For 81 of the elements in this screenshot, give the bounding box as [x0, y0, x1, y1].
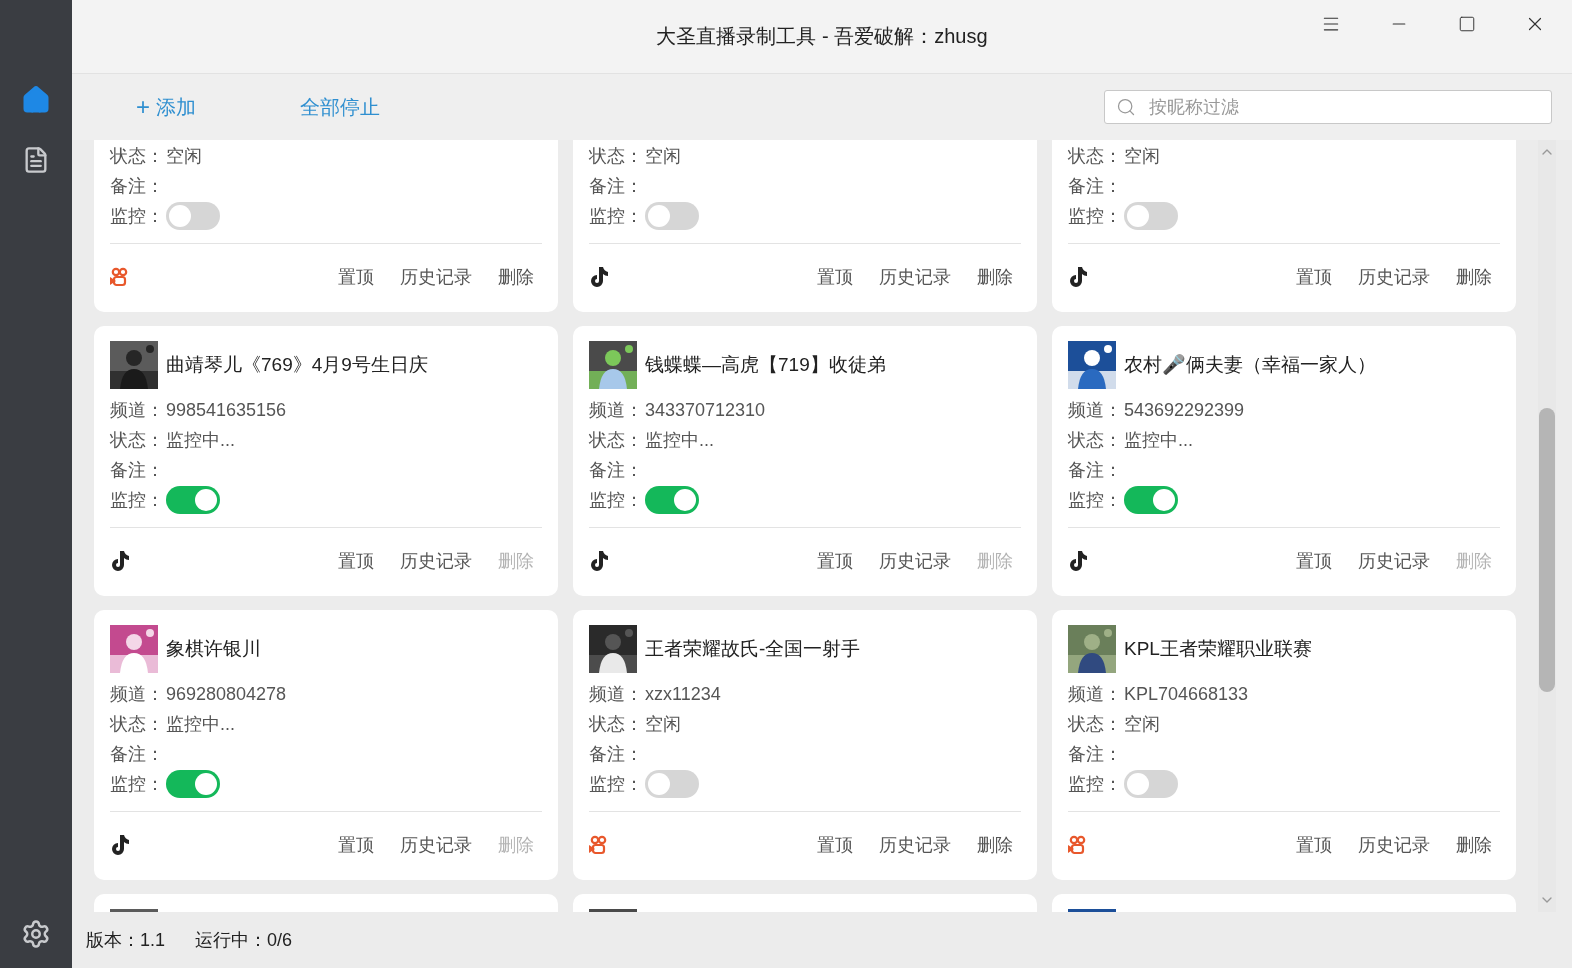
field-value: 空闲	[1124, 713, 1160, 736]
action-link[interactable]: 置顶	[817, 833, 853, 857]
action-link[interactable]: 历史记录	[1358, 549, 1430, 573]
streamer-name: 王者荣耀故氏-全国一射手	[645, 637, 861, 661]
action-link[interactable]: 删除	[977, 265, 1013, 289]
action-link[interactable]: 历史记录	[879, 833, 951, 857]
field-label: 备注：	[589, 743, 643, 766]
version-text: 版本：1.1	[86, 929, 166, 952]
field-label: 频道：	[1068, 399, 1122, 422]
field-value: 空闲	[645, 713, 681, 736]
search-field[interactable]: 按昵称过滤	[1104, 90, 1552, 124]
field-value: 998541635156	[166, 399, 287, 421]
field-value: KPL704668133	[1124, 683, 1249, 705]
action-link[interactable]: 历史记录	[879, 265, 951, 289]
streamer-name: KPL王者荣耀职业联赛	[1124, 637, 1312, 661]
field-value: 监控中...	[645, 429, 714, 452]
field-label: 状态：	[589, 145, 643, 168]
field-value: 监控中...	[166, 429, 235, 452]
field-label: 监控：	[589, 489, 643, 512]
action-link[interactable]: 置顶	[338, 549, 374, 573]
field-label: 监控：	[1068, 773, 1122, 796]
field-label: 备注：	[1068, 175, 1122, 198]
field-value: 空闲	[166, 145, 202, 168]
field-value: 监控中...	[166, 713, 235, 736]
field-label: 状态：	[1068, 713, 1122, 736]
field-label: 备注：	[110, 743, 164, 766]
action-link[interactable]: 历史记录	[400, 833, 472, 857]
field-value: 343370712310	[645, 399, 766, 421]
action-link[interactable]: 置顶	[817, 265, 853, 289]
action-link[interactable]: 历史记录	[400, 549, 472, 573]
action-link[interactable]: 历史记录	[879, 549, 951, 573]
field-label: 备注：	[589, 175, 643, 198]
streamer-name: 钱蝶蝶—高虎【719】收徒弟	[645, 353, 886, 377]
field-label: 监控：	[110, 773, 164, 796]
field-label: 监控：	[110, 205, 164, 228]
field-label: 监控：	[1068, 205, 1122, 228]
action-link[interactable]: 删除	[498, 265, 534, 289]
field-label: 频道：	[1068, 683, 1122, 706]
field-value: 969280804278	[166, 683, 287, 705]
field-value: xzx11234	[645, 683, 721, 705]
field-label: 备注：	[1068, 743, 1122, 766]
action-link[interactable]: 置顶	[1296, 833, 1332, 857]
field-label: 监控：	[1068, 489, 1122, 512]
field-label: 状态：	[110, 145, 164, 168]
streamer-name: 曲靖琴儿《769》4月9号生日庆	[166, 353, 428, 377]
field-label: 频道：	[589, 399, 643, 422]
action-link[interactable]: 历史记录	[1358, 833, 1430, 857]
field-label: 状态：	[1068, 429, 1122, 452]
action-link[interactable]: 历史记录	[400, 265, 472, 289]
action-link[interactable]: 删除	[977, 833, 1013, 857]
field-label: 备注：	[110, 459, 164, 482]
action-link[interactable]: 置顶	[1296, 265, 1332, 289]
field-value: 空闲	[1124, 145, 1160, 168]
field-label: 备注：	[589, 459, 643, 482]
field-value: 监控中...	[1124, 429, 1193, 452]
field-label: 频道：	[110, 399, 164, 422]
field-label: 监控：	[589, 205, 643, 228]
field-label: 监控：	[589, 773, 643, 796]
field-label: 监控：	[110, 489, 164, 512]
field-label: 备注：	[110, 175, 164, 198]
action-link[interactable]: 置顶	[1296, 549, 1332, 573]
window-title: 大圣直播录制工具 - 吾爱破解：zhusg	[656, 24, 988, 49]
field-label: 状态：	[589, 713, 643, 736]
action-link[interactable]: 置顶	[338, 833, 374, 857]
field-label: 状态：	[110, 713, 164, 736]
action-link[interactable]: 删除	[1456, 833, 1492, 857]
streamer-name: 农村🎤俩夫妻（幸福一家人）	[1124, 353, 1376, 377]
field-value: 543692292399	[1124, 399, 1245, 421]
streamer-name: 象棋许银川	[166, 637, 261, 661]
action-link[interactable]: 置顶	[817, 549, 853, 573]
field-label: 状态：	[110, 429, 164, 452]
field-label: 频道：	[589, 683, 643, 706]
action-link[interactable]: 删除	[1456, 265, 1492, 289]
field-label: 状态：	[589, 429, 643, 452]
running-count: 运行中：0/6	[195, 929, 293, 952]
field-value: 空闲	[645, 145, 681, 168]
field-label: 备注：	[1068, 459, 1122, 482]
field-label: 频道：	[110, 683, 164, 706]
action-link[interactable]: 历史记录	[1358, 265, 1430, 289]
field-label: 状态：	[1068, 145, 1122, 168]
action-link[interactable]: 置顶	[338, 265, 374, 289]
